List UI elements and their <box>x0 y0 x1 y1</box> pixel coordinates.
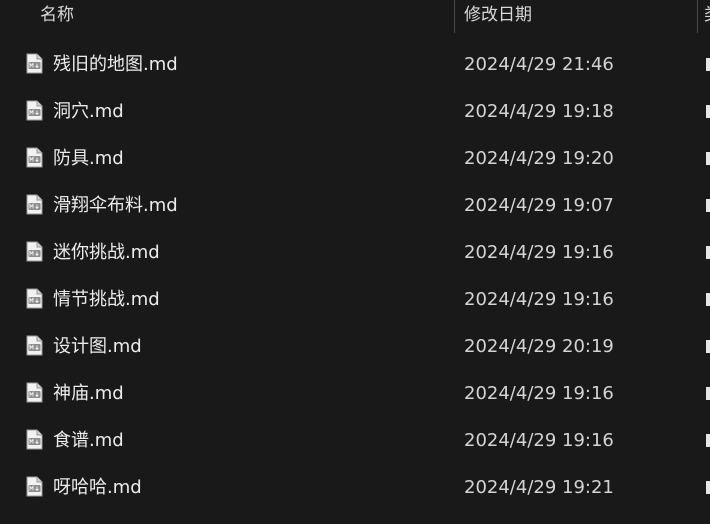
file-modified-date: 2024/4/29 19:16 <box>464 383 614 404</box>
file-row[interactable]: 神庙.md 2024/4/29 19:16 <box>0 370 710 417</box>
file-modified-date: 2024/4/29 19:18 <box>464 101 614 122</box>
markdown-file-icon <box>26 429 43 450</box>
file-name: 设计图.md <box>53 336 142 357</box>
file-row[interactable]: 食谱.md 2024/4/29 19:16 <box>0 417 710 464</box>
file-modified-date: 2024/4/29 19:16 <box>464 430 614 451</box>
file-row[interactable]: 呀哈哈.md 2024/4/29 19:21 <box>0 464 710 511</box>
file-name: 神庙.md <box>53 383 124 404</box>
file-modified-date: 2024/4/29 19:20 <box>464 148 614 169</box>
file-modified-date: 2024/4/29 19:16 <box>464 242 614 263</box>
file-type-cell <box>706 246 710 259</box>
file-modified-date: 2024/4/29 19:21 <box>464 477 614 498</box>
file-row[interactable]: 设计图.md 2024/4/29 20:19 <box>0 323 710 370</box>
file-type-cell <box>706 434 710 447</box>
markdown-file-icon <box>26 241 43 262</box>
file-name: 情节挑战.md <box>53 289 160 310</box>
file-type-cell <box>706 58 710 71</box>
markdown-file-icon <box>26 147 43 168</box>
markdown-file-icon <box>26 335 43 356</box>
file-explorer: 名称 修改日期 类 残旧的地图.md 2024/4/29 21:46 洞穴.md… <box>0 0 710 524</box>
markdown-file-icon <box>26 100 43 121</box>
file-modified-date: 2024/4/29 21:46 <box>464 54 614 75</box>
file-name: 呀哈哈.md <box>53 477 142 498</box>
file-name: 洞穴.md <box>53 101 124 122</box>
file-modified-date: 2024/4/29 19:07 <box>464 195 614 216</box>
name-column-header[interactable]: 名称 <box>40 0 452 30</box>
column-resize-handle[interactable] <box>697 0 698 33</box>
markdown-file-icon <box>26 476 43 497</box>
file-row[interactable]: 防具.md 2024/4/29 19:20 <box>0 135 710 182</box>
file-type-cell <box>706 152 710 165</box>
markdown-file-icon <box>26 194 43 215</box>
column-header-bar: 名称 修改日期 类 <box>0 0 710 34</box>
file-row[interactable]: 情节挑战.md 2024/4/29 19:16 <box>0 276 710 323</box>
file-type-cell <box>706 387 710 400</box>
type-column-header[interactable]: 类 <box>704 0 710 30</box>
markdown-file-icon <box>26 53 43 74</box>
file-type-cell <box>706 481 710 494</box>
date-column-header[interactable]: 修改日期 <box>464 0 694 30</box>
file-row[interactable]: 迷你挑战.md 2024/4/29 19:16 <box>0 229 710 276</box>
file-row[interactable]: 洞穴.md 2024/4/29 19:18 <box>0 88 710 135</box>
file-modified-date: 2024/4/29 20:19 <box>464 336 614 357</box>
file-name: 食谱.md <box>53 430 124 451</box>
file-modified-date: 2024/4/29 19:16 <box>464 289 614 310</box>
file-name: 滑翔伞布料.md <box>53 195 178 216</box>
file-row[interactable]: 残旧的地图.md 2024/4/29 21:46 <box>0 41 710 88</box>
file-list: 残旧的地图.md 2024/4/29 21:46 洞穴.md 2024/4/29… <box>0 41 710 511</box>
file-type-cell <box>706 105 710 118</box>
markdown-file-icon <box>26 382 43 403</box>
markdown-file-icon <box>26 288 43 309</box>
file-name: 迷你挑战.md <box>53 242 160 263</box>
file-name: 残旧的地图.md <box>53 54 178 75</box>
file-name: 防具.md <box>53 148 124 169</box>
file-type-cell <box>706 199 710 212</box>
file-type-cell <box>706 340 710 353</box>
column-resize-handle[interactable] <box>454 0 455 33</box>
file-type-cell <box>706 293 710 306</box>
file-row[interactable]: 滑翔伞布料.md 2024/4/29 19:07 <box>0 182 710 229</box>
